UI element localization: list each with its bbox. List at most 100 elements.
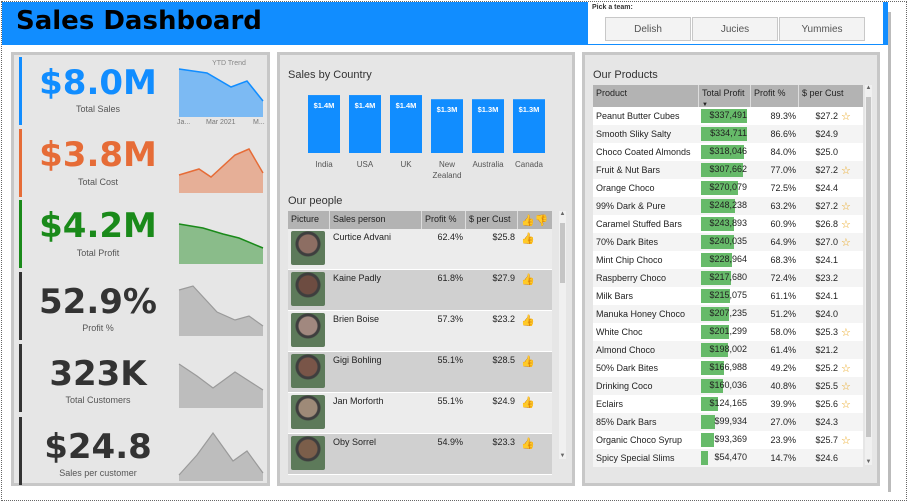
kpi-value: $4.2M bbox=[39, 206, 157, 246]
star-icon: ☆ bbox=[841, 218, 851, 231]
people-row[interactable]: Jan Morforth 55.1% $24.9 👍 bbox=[288, 393, 552, 434]
star-cell: ☆ bbox=[841, 218, 855, 231]
profit-data-bar: $240,035 bbox=[701, 235, 749, 249]
col-per-cust[interactable]: $ per Cust bbox=[799, 85, 855, 107]
product-row[interactable]: Peanut Butter Cubes $337,491 89.3% $27.2 ☆ bbox=[593, 107, 863, 125]
product-name-cell: Organic Choco Syrup bbox=[596, 435, 683, 445]
star-icon: ☆ bbox=[841, 326, 851, 339]
product-row[interactable]: Organic Choco Syrup $93,369 23.9% $25.7 ☆ bbox=[593, 431, 863, 449]
product-row[interactable]: Orange Choco $270,079 72.5% $24.4 bbox=[593, 179, 863, 197]
product-row[interactable]: Eclairs $124,165 39.9% $25.6 ☆ bbox=[593, 395, 863, 413]
star-icon: ☆ bbox=[841, 362, 851, 375]
picture-cell bbox=[288, 352, 330, 392]
product-name-cell: 99% Dark & Pure bbox=[596, 201, 666, 211]
avatar bbox=[291, 354, 325, 388]
profit-data-bar: $248,238 bbox=[701, 199, 749, 213]
kpi-total-sales[interactable]: $8.0M Total Sales YTD Trend Ja... Mar 20… bbox=[19, 57, 265, 126]
per-cust-cell: $27.2 bbox=[815, 201, 838, 211]
total-profit-value: $228,964 bbox=[709, 254, 747, 264]
product-row[interactable]: Raspberry Choco $217,680 72.4% $23.2 bbox=[593, 269, 863, 287]
product-row[interactable]: Spicy Special Slims $54,470 14.7% $24.6 bbox=[593, 449, 863, 467]
profit-percent-cell: 89.3% bbox=[770, 111, 796, 121]
bar-data-label: $1.3M bbox=[437, 105, 458, 114]
scroll-down-icon[interactable]: ▼ bbox=[865, 459, 872, 465]
product-row[interactable]: Mint Chip Choco $228,964 68.3% $24.1 bbox=[593, 251, 863, 269]
people-scrollbar[interactable]: ▲ ▼ bbox=[559, 211, 566, 459]
people-row[interactable]: Curtice Advani 62.4% $25.8 👍 bbox=[288, 229, 552, 270]
product-row[interactable]: 99% Dark & Pure $248,238 63.2% $27.2 ☆ bbox=[593, 197, 863, 215]
product-name-cell: Milk Bars bbox=[596, 291, 634, 301]
total-profit-value: $54,470 bbox=[714, 452, 747, 462]
kpi-panel: $8.0M Total Sales YTD Trend Ja... Mar 20… bbox=[11, 52, 270, 486]
product-row[interactable]: Smooth Sliky Salty $334,711 86.6% $24.9 bbox=[593, 125, 863, 143]
total-profit-value: $215,075 bbox=[709, 290, 747, 300]
product-name-cell: Choco Coated Almonds bbox=[596, 147, 691, 157]
profit-percent-cell: 40.8% bbox=[770, 381, 796, 391]
col-profit-percent[interactable]: Profit % bbox=[751, 85, 799, 107]
per-cust-cell: $25.8 bbox=[492, 232, 515, 242]
col-total-profit[interactable]: Total Profit ▼ bbox=[699, 85, 751, 107]
col-picture[interactable]: Picture bbox=[288, 211, 330, 229]
col-per-cust[interactable]: $ per Cust bbox=[466, 211, 518, 229]
people-row[interactable]: Oby Sorrel 54.9% $23.3 👍 bbox=[288, 434, 552, 475]
total-profit-cell: $198,002 bbox=[699, 343, 751, 357]
slicer-option-jucies[interactable]: Jucies bbox=[692, 17, 778, 41]
scroll-thumb[interactable] bbox=[560, 223, 565, 283]
products-scrollbar[interactable]: ▲ ▼ bbox=[865, 85, 872, 465]
people-row[interactable]: Brien Boise 57.3% $23.2 👍 bbox=[288, 311, 552, 352]
per-cust-cell: $24.6 bbox=[815, 453, 838, 463]
product-row[interactable]: Fruit & Nut Bars $307,662 77.0% $27.2 ☆ bbox=[593, 161, 863, 179]
people-row[interactable]: Gigi Bohling 55.1% $28.5 👍 bbox=[288, 352, 552, 393]
scroll-down-icon[interactable]: ▼ bbox=[559, 453, 566, 459]
product-row[interactable]: 50% Dark Bites $166,988 49.2% $25.2 ☆ bbox=[593, 359, 863, 377]
col-sales-person[interactable]: Sales person bbox=[330, 211, 422, 229]
profit-percent-cell: 77.0% bbox=[770, 165, 796, 175]
sales-person-cell: Curtice Advani bbox=[333, 232, 392, 242]
profit-data-bar: $166,988 bbox=[701, 361, 749, 375]
rating-cell: 👍 bbox=[518, 393, 552, 433]
profit-percent-cell: 62.4% bbox=[437, 232, 463, 242]
avatar bbox=[291, 395, 325, 429]
total-profit-cell: $54,470 bbox=[699, 451, 751, 465]
product-row[interactable]: Manuka Honey Choco $207,235 51.2% $24.0 bbox=[593, 305, 863, 323]
thumbs-up-icon: 👍 bbox=[521, 315, 535, 327]
slicer-option-yummies[interactable]: Yummies bbox=[779, 17, 865, 41]
thumbs-up-down-icon: 👍👎 bbox=[521, 215, 549, 227]
country-tick-label: UK bbox=[400, 160, 412, 169]
star-cell: ☆ bbox=[841, 434, 855, 447]
kpi-value: $8.0M bbox=[39, 63, 157, 103]
product-row[interactable]: Drinking Coco $160,036 40.8% $25.5 ☆ bbox=[593, 377, 863, 395]
kpi-value: $24.8 bbox=[44, 427, 152, 467]
product-row[interactable]: Choco Coated Almonds $318,046 84.0% $25.0 bbox=[593, 143, 863, 161]
scroll-thumb[interactable] bbox=[866, 97, 871, 437]
col-profit-percent[interactable]: Profit % bbox=[422, 211, 466, 229]
product-row[interactable]: Caramel Stuffed Bars $243,893 60.9% $26.8 ☆ bbox=[593, 215, 863, 233]
per-cust-cell: $21.2 bbox=[815, 345, 838, 355]
product-row[interactable]: Milk Bars $215,075 61.1% $24.1 bbox=[593, 287, 863, 305]
profit-data-bar: $243,893 bbox=[701, 217, 749, 231]
profit-percent-cell: 72.4% bbox=[770, 273, 796, 283]
kpi-total-profit[interactable]: $4.2M Total Profit bbox=[19, 200, 264, 268]
people-row[interactable]: Kaine Padly 61.8% $27.9 👍 bbox=[288, 270, 552, 311]
slicer-option-delish[interactable]: Delish bbox=[605, 17, 691, 41]
sales-by-country-chart: $1.4M India $1.4M USA $1.4M UK $1.3M New Zealand… bbox=[308, 95, 545, 180]
col-product[interactable]: Product bbox=[593, 85, 699, 107]
total-profit-value: $318,046 bbox=[709, 146, 747, 156]
per-cust-cell: $24.9 bbox=[492, 396, 515, 406]
kpi-sales-per-customer[interactable]: $24.8 Sales per customer bbox=[19, 417, 264, 485]
product-row[interactable]: White Choc $201,299 58.0% $25.3 ☆ bbox=[593, 323, 863, 341]
per-cust-cell: $27.9 bbox=[492, 273, 515, 283]
sales-person-cell: Jan Morforth bbox=[333, 396, 384, 406]
kpi-total-cost[interactable]: $3.8M Total Cost bbox=[19, 129, 264, 197]
per-cust-cell: $24.1 bbox=[815, 291, 838, 301]
scroll-up-icon[interactable]: ▲ bbox=[865, 85, 872, 91]
product-row[interactable]: 70% Dark Bites $240,035 64.9% $27.0 ☆ bbox=[593, 233, 863, 251]
picture-cell bbox=[288, 229, 330, 269]
scroll-up-icon[interactable]: ▲ bbox=[559, 211, 566, 217]
product-name-cell: White Choc bbox=[596, 327, 643, 337]
kpi-total-customers[interactable]: 323K Total Customers bbox=[19, 344, 264, 412]
kpi-profit-percent[interactable]: 52.9% Profit % bbox=[19, 272, 264, 340]
col-rating[interactable]: 👍👎 bbox=[518, 211, 552, 229]
product-row[interactable]: 85% Dark Bars $99,934 27.0% $24.3 bbox=[593, 413, 863, 431]
product-row[interactable]: Almond Choco $198,002 61.4% $21.2 bbox=[593, 341, 863, 359]
